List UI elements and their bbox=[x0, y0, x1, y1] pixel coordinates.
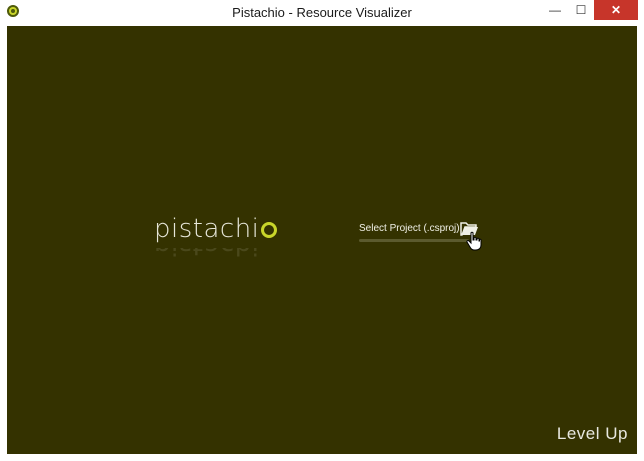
window-controls: — ☐ ✕ bbox=[542, 0, 638, 20]
close-button[interactable]: ✕ bbox=[594, 0, 638, 20]
logo-accent-o bbox=[261, 222, 278, 238]
minimize-icon: — bbox=[549, 3, 561, 17]
logo-reflection: pistachi bbox=[154, 248, 259, 260]
select-project-underline bbox=[359, 239, 469, 242]
hand-cursor-icon bbox=[466, 231, 482, 251]
logo-reflection-text: pistachi bbox=[154, 248, 259, 260]
maximize-button[interactable]: ☐ bbox=[568, 0, 594, 20]
pistachio-logo: pistachi bbox=[154, 214, 278, 244]
close-icon: ✕ bbox=[610, 3, 622, 17]
main-content: pistachi pistachi Select Project (.cspro… bbox=[7, 26, 637, 454]
minimize-button[interactable]: — bbox=[542, 0, 568, 20]
level-up-watermark: Level Up bbox=[556, 424, 628, 443]
maximize-icon: ☐ bbox=[575, 3, 587, 17]
logo-text: pistachi bbox=[154, 214, 260, 244]
title-bar[interactable]: Pistachio - Resource Visualizer — ☐ ✕ bbox=[0, 0, 644, 26]
app-window: Pistachio - Resource Visualizer — ☐ ✕ pi… bbox=[0, 0, 644, 461]
select-project-label: Select Project (.csproj) bbox=[359, 223, 460, 234]
